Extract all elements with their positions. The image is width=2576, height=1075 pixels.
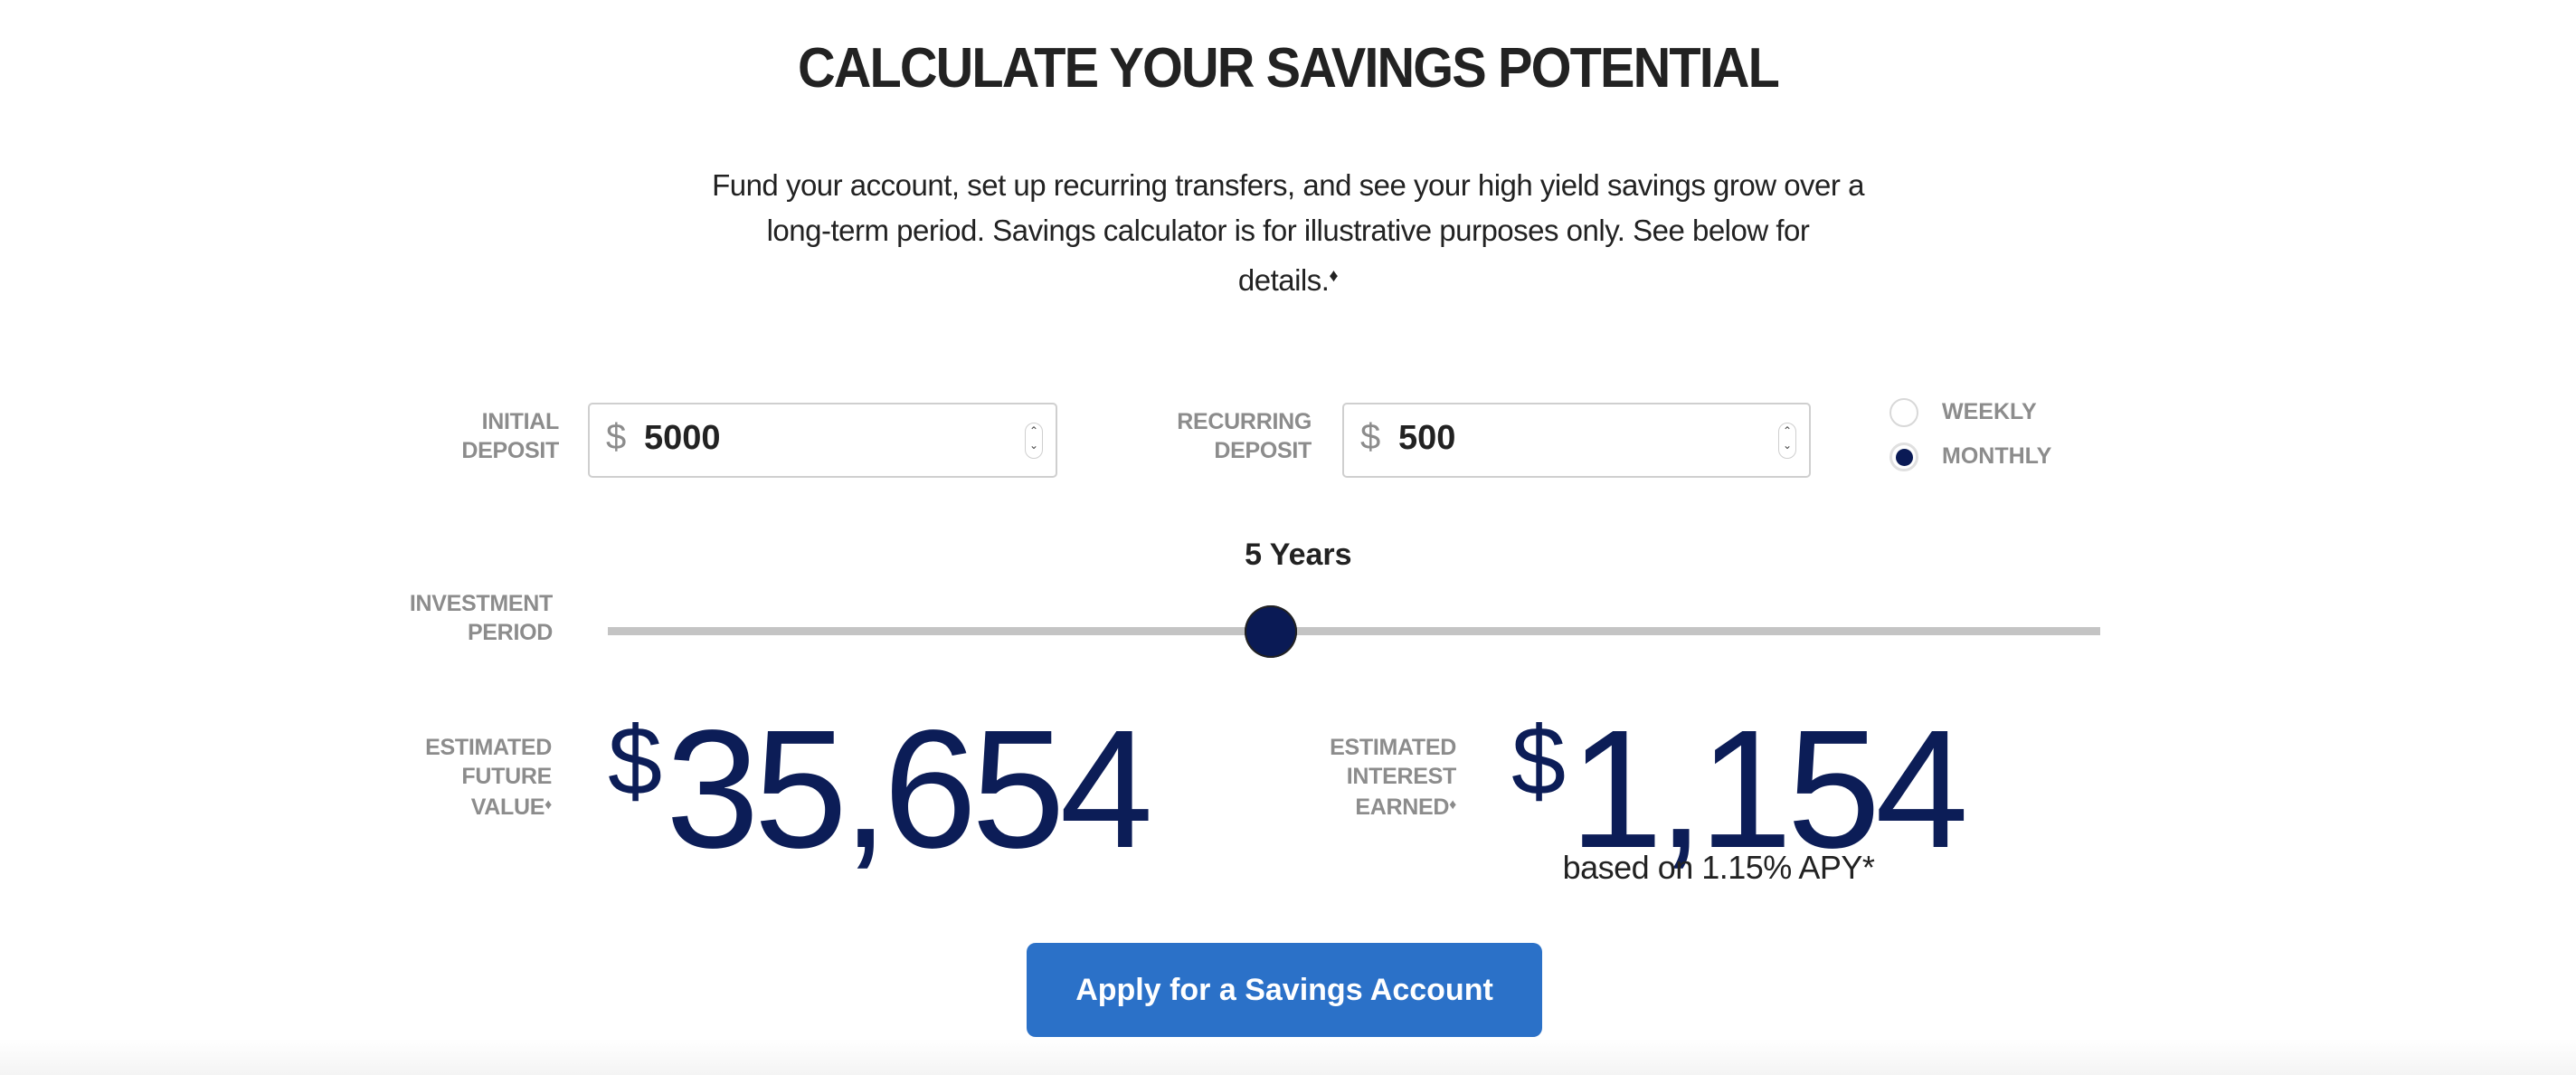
dollar-sign-icon: $ xyxy=(608,706,663,815)
recurring-deposit-label: RECURRING DEPOSIT xyxy=(1103,407,1312,465)
initial-deposit-label-line2: DEPOSIT xyxy=(461,438,559,463)
investment-period-label: INVESTMENT PERIOD xyxy=(344,589,553,647)
intro-line-2: long-term period. Savings calculator is … xyxy=(766,214,1810,247)
recurring-deposit-field[interactable]: $ ⌃ ⌄ xyxy=(1342,403,1811,478)
interest-earned-label-line1: ESTIMATED xyxy=(1330,735,1456,760)
future-value-label: ESTIMATED FUTURE VALUE♦ xyxy=(362,733,552,822)
interest-earned-label: ESTIMATED INTEREST EARNED♦ xyxy=(1266,733,1456,822)
chevron-down-icon[interactable]: ⌄ xyxy=(1779,438,1795,452)
recurring-deposit-label-line2: DEPOSIT xyxy=(1214,438,1312,463)
intro-line-3: details. xyxy=(1237,263,1330,297)
period-slider-handle[interactable] xyxy=(1245,605,1298,658)
investment-period-label-line2: PERIOD xyxy=(467,620,553,645)
recurring-deposit-stepper[interactable]: ⌃ ⌄ xyxy=(1778,423,1796,459)
interest-earned-label-line3: EARNED xyxy=(1355,794,1450,820)
initial-deposit-field[interactable]: $ ⌃ ⌄ xyxy=(588,403,1057,478)
weekly-label[interactable]: WEEKLY xyxy=(1942,399,2037,425)
apy-note: based on 1.15% APY* xyxy=(1562,849,1875,886)
footer-band xyxy=(0,1039,2576,1075)
recurring-deposit-label-line1: RECURRING xyxy=(1177,409,1312,434)
initial-deposit-label-line1: INITIAL xyxy=(481,409,560,434)
page-title: CALCULATE YOUR SAVINGS POTENTIAL xyxy=(797,37,1780,100)
future-value-amount: $35,654 xyxy=(608,677,1153,874)
diamond-footnote-icon[interactable]: ♦ xyxy=(1449,797,1456,813)
dollar-sign-icon: $ xyxy=(1360,417,1381,457)
future-value-number: 35,654 xyxy=(666,696,1153,883)
interest-earned-label-line2: INTEREST xyxy=(1346,764,1457,789)
intro-text: Fund your account, set up recurring tran… xyxy=(700,163,1876,303)
dollar-sign-icon: $ xyxy=(606,417,627,457)
future-value-label-line2: FUTURE xyxy=(461,764,552,789)
recurring-deposit-input[interactable] xyxy=(1398,419,1742,458)
dollar-sign-icon: $ xyxy=(1511,706,1567,815)
diamond-footnote-icon[interactable]: ♦ xyxy=(545,797,552,813)
investment-period-label-line1: INVESTMENT xyxy=(409,591,553,616)
future-value-label-line3: VALUE xyxy=(470,794,545,820)
monthly-radio[interactable] xyxy=(1889,442,1918,471)
chevron-up-icon[interactable]: ⌃ xyxy=(1779,423,1795,438)
weekly-radio[interactable] xyxy=(1889,398,1918,427)
period-slider-track[interactable] xyxy=(608,627,2100,635)
monthly-label[interactable]: MONTHLY xyxy=(1942,443,2051,470)
intro-line-1: Fund your account, set up recurring tran… xyxy=(712,168,1864,202)
initial-deposit-label: INITIAL DEPOSIT xyxy=(380,407,559,465)
period-value-label: 5 Years xyxy=(1245,538,1352,572)
chevron-up-icon[interactable]: ⌃ xyxy=(1026,423,1042,438)
diamond-footnote-icon[interactable]: ♦ xyxy=(1329,266,1338,286)
chevron-down-icon[interactable]: ⌄ xyxy=(1026,438,1042,452)
future-value-label-line1: ESTIMATED xyxy=(425,735,552,760)
apply-savings-account-button[interactable]: Apply for a Savings Account xyxy=(1027,943,1542,1037)
interest-earned-amount: $1,154 xyxy=(1511,677,1969,874)
initial-deposit-input[interactable] xyxy=(644,419,988,458)
initial-deposit-stepper[interactable]: ⌃ ⌄ xyxy=(1025,423,1043,459)
